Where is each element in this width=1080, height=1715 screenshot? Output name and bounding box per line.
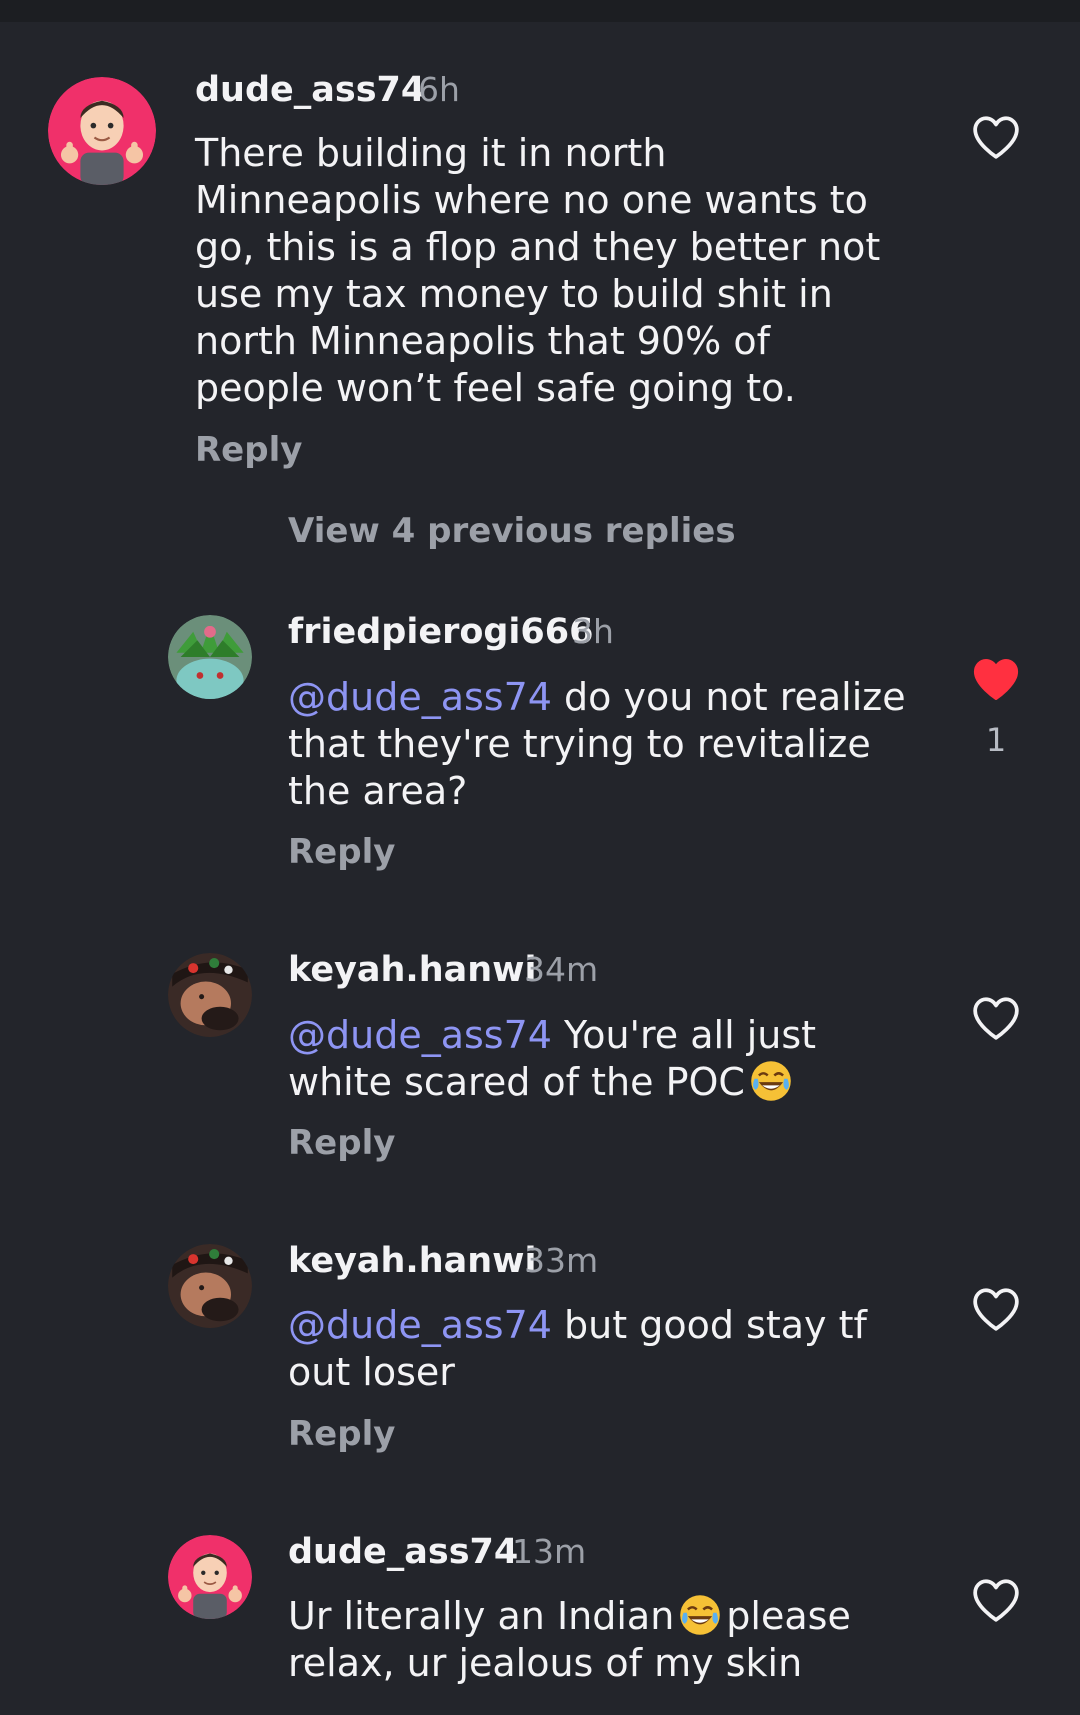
comment-text-line: the area? (288, 769, 468, 813)
view-previous-replies-link[interactable]: View 4 previous replies (288, 510, 736, 552)
comment-text-line: north Minneapolis that 90% of (195, 319, 770, 363)
comment-text-line: Minneapolis where no one wants to (195, 178, 868, 222)
reply-button[interactable]: Reply (288, 1123, 395, 1163)
comment-text-line: There building it in north (195, 131, 667, 175)
like-button[interactable] (971, 656, 1021, 702)
like-button[interactable] (971, 1577, 1021, 1623)
comment-text-line: people won’t feel safe going to. (195, 366, 796, 410)
like-button[interactable] (971, 114, 1021, 160)
selfie-avatar-icon (168, 1244, 252, 1328)
reply-button[interactable]: Reply (195, 430, 302, 470)
heart-outline-icon (973, 997, 1019, 1040)
comment-username[interactable]: dude_ass74 (195, 70, 425, 110)
like-button[interactable] (971, 1286, 1021, 1332)
comment-text-segment: Ur literally an Indian (288, 1594, 675, 1638)
tears-of-joy-emoji-icon (678, 1593, 722, 1637)
heart-outline-icon (973, 1579, 1019, 1622)
comment-timestamp: 6h (418, 70, 460, 109)
avatar[interactable] (168, 615, 252, 699)
reply-button[interactable]: Reply (288, 832, 395, 872)
comment-text: @dude_ass74 but good stay tf out loser (288, 1302, 867, 1396)
heart-filled-icon (973, 659, 1019, 701)
comment-text-line: use my tax money to build shit in (195, 272, 833, 316)
comment-text: @dude_ass74 You're all just white scared… (288, 1012, 816, 1106)
avatar[interactable] (168, 1535, 252, 1619)
comments-screen: dude_ass74 6h There building it in north… (0, 0, 1080, 1715)
tears-of-joy-emoji-icon (749, 1059, 793, 1103)
reply-button[interactable]: Reply (288, 1414, 395, 1454)
like-button[interactable] (971, 995, 1021, 1041)
avatar[interactable] (48, 77, 156, 185)
heart-outline-icon (973, 1288, 1019, 1331)
heart-outline-icon (973, 116, 1019, 159)
top-bar (0, 0, 1080, 22)
user-mention[interactable]: @dude_ass74 (288, 1013, 552, 1057)
comment-username[interactable]: friedpierogi666 (288, 612, 593, 652)
comment-text-segment: do you not realize (551, 675, 906, 719)
comment-text-line: go, this is a flop and they better not (195, 225, 881, 269)
comment-timestamp: 33m (524, 1241, 599, 1280)
comment-timestamp: 13m (512, 1532, 587, 1571)
user-mention[interactable]: @dude_ass74 (288, 1303, 552, 1347)
like-count: 1 (985, 721, 1007, 759)
comment-text: There building it in north Minneapolis w… (195, 130, 880, 412)
comment-username[interactable]: dude_ass74 (288, 1532, 518, 1572)
comment-timestamp: 34m (524, 950, 599, 989)
comment-text-line: relax, ur jealous of my skin (288, 1641, 803, 1685)
comment-text-segment: please (726, 1594, 851, 1638)
comment-text-segment: You're all just (551, 1013, 817, 1057)
comment-text-line: that they're trying to revitalize (288, 722, 871, 766)
comment-username[interactable]: keyah.hanwi (288, 950, 537, 990)
avatar[interactable] (168, 1244, 252, 1328)
comment-text: Ur literally an Indian please relax, ur j… (288, 1593, 851, 1687)
memoji-thumbs-up-avatar-icon (48, 77, 156, 185)
comment-timestamp: 3h (572, 612, 614, 651)
comment-username[interactable]: keyah.hanwi (288, 1241, 537, 1281)
plant-creature-avatar-icon (168, 615, 252, 699)
avatar[interactable] (168, 953, 252, 1037)
comment-text-segment: but good stay tf (551, 1303, 867, 1347)
comment-text: @dude_ass74 do you not realize that they… (288, 674, 906, 815)
selfie-avatar-icon (168, 953, 252, 1037)
comment-text-segment: white scared of the POC (288, 1060, 745, 1104)
comment-text-line: out loser (288, 1350, 455, 1394)
memoji-thumbs-up-avatar-icon (168, 1535, 252, 1619)
user-mention[interactable]: @dude_ass74 (288, 675, 552, 719)
